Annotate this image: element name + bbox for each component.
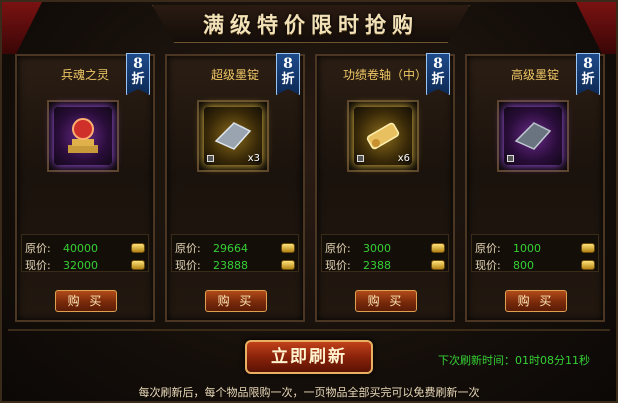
discount-badge: 8 折 bbox=[126, 53, 150, 95]
gold-coin-icon bbox=[581, 243, 595, 253]
original-price-row: 原价: 3000 bbox=[325, 240, 445, 256]
discount-number: 8 bbox=[283, 56, 293, 72]
original-price-value: 3000 bbox=[363, 241, 391, 255]
discount-badge: 8 折 bbox=[276, 53, 300, 95]
current-price-value: 2388 bbox=[363, 258, 391, 272]
divider bbox=[8, 329, 610, 331]
current-price-label: 现价: bbox=[175, 259, 201, 272]
gold-coin-icon bbox=[131, 260, 145, 270]
item-quantity: x6 bbox=[397, 153, 410, 164]
original-price-row: 原价: 1000 bbox=[475, 240, 595, 256]
current-price-value: 800 bbox=[513, 258, 534, 272]
item-card: 兵魂之灵 8 折 原价: 40000 现价: 32000 购 买 bbox=[15, 53, 155, 322]
refresh-now-button[interactable]: 立即刷新 bbox=[245, 340, 373, 374]
item-card: 超级墨锭 8 折 x3 原价: 29664 现价: 23888 购 买 bbox=[165, 53, 305, 322]
gold-coin-icon bbox=[581, 260, 595, 270]
discount-number: 8 bbox=[433, 56, 443, 72]
ink-stone-icon: x3 bbox=[204, 107, 262, 165]
footer-note: 每次刷新后，每个物品限购一次，一页物品全部买完可以免费刷新一次 bbox=[138, 386, 480, 399]
title-banner: 满级特价限时抢购 bbox=[152, 5, 470, 43]
bound-lock-icon bbox=[507, 155, 514, 162]
current-price-value: 23888 bbox=[213, 258, 248, 272]
next-refresh-timer: 下次刷新时间：01时08分11秒 bbox=[438, 352, 590, 368]
item-slot[interactable]: x6 bbox=[347, 100, 419, 172]
item-slot[interactable] bbox=[497, 100, 569, 172]
current-price-row: 现价: 800 bbox=[475, 257, 595, 273]
discount-unit: 折 bbox=[581, 72, 595, 87]
bound-lock-icon bbox=[357, 155, 364, 162]
discount-badge: 8 折 bbox=[426, 53, 450, 95]
current-price-value: 32000 bbox=[63, 258, 98, 272]
original-price-label: 原价: bbox=[325, 242, 351, 255]
gold-coin-icon bbox=[431, 260, 445, 270]
gold-coin-icon bbox=[131, 243, 145, 253]
item-slot[interactable] bbox=[47, 100, 119, 172]
original-price-row: 原价: 29664 bbox=[175, 240, 295, 256]
buy-button[interactable]: 购 买 bbox=[355, 290, 417, 312]
discount-number: 8 bbox=[133, 56, 143, 72]
discount-unit: 折 bbox=[131, 72, 145, 87]
item-slot[interactable]: x3 bbox=[197, 100, 269, 172]
next-refresh-time: 01时08分11秒 bbox=[515, 354, 590, 367]
buy-button[interactable]: 购 买 bbox=[55, 290, 117, 312]
next-refresh-label: 下次刷新时间： bbox=[438, 354, 515, 367]
buy-button[interactable]: 购 买 bbox=[205, 290, 267, 312]
buy-button[interactable]: 购 买 bbox=[505, 290, 567, 312]
curtain-left bbox=[2, 2, 42, 54]
item-quantity: x3 bbox=[247, 153, 260, 164]
shop-window: 满级特价限时抢购 兵魂之灵 8 折 原价: 40000 现价: 32000 购 … bbox=[0, 0, 618, 403]
gold-coin-icon bbox=[281, 260, 295, 270]
original-price-label: 原价: bbox=[25, 242, 51, 255]
gold-coin-icon bbox=[281, 243, 295, 253]
current-price-row: 现价: 23888 bbox=[175, 257, 295, 273]
scroll-icon: x6 bbox=[354, 107, 412, 165]
item-card-list: 兵魂之灵 8 折 原价: 40000 现价: 32000 购 买 超级墨锭 8 … bbox=[15, 53, 607, 322]
current-price-label: 现价: bbox=[25, 259, 51, 272]
original-price-row: 原价: 40000 bbox=[25, 240, 145, 256]
original-price-label: 原价: bbox=[175, 242, 201, 255]
original-price-value: 40000 bbox=[63, 241, 98, 255]
item-card: 功绩卷轴（中） 8 折 x6 原价: 3000 现价: 2388 购 买 bbox=[315, 53, 455, 322]
discount-unit: 折 bbox=[281, 72, 295, 87]
current-price-row: 现价: 32000 bbox=[25, 257, 145, 273]
current-price-label: 现价: bbox=[325, 259, 351, 272]
page-title: 满级特价限时抢购 bbox=[203, 11, 419, 37]
original-price-value: 1000 bbox=[513, 241, 541, 255]
gold-coin-icon bbox=[431, 243, 445, 253]
item-card: 高级墨锭 8 折 原价: 1000 现价: 800 购 买 bbox=[465, 53, 605, 322]
discount-number: 8 bbox=[583, 56, 593, 72]
soul-altar-icon bbox=[54, 107, 112, 165]
curtain-right bbox=[576, 2, 616, 54]
original-price-value: 29664 bbox=[213, 241, 248, 255]
current-price-row: 现价: 2388 bbox=[325, 257, 445, 273]
current-price-label: 现价: bbox=[475, 259, 501, 272]
original-price-label: 原价: bbox=[475, 242, 501, 255]
discount-unit: 折 bbox=[431, 72, 445, 87]
ink-stone-icon bbox=[504, 107, 562, 165]
bound-lock-icon bbox=[207, 155, 214, 162]
discount-badge: 8 折 bbox=[576, 53, 600, 95]
